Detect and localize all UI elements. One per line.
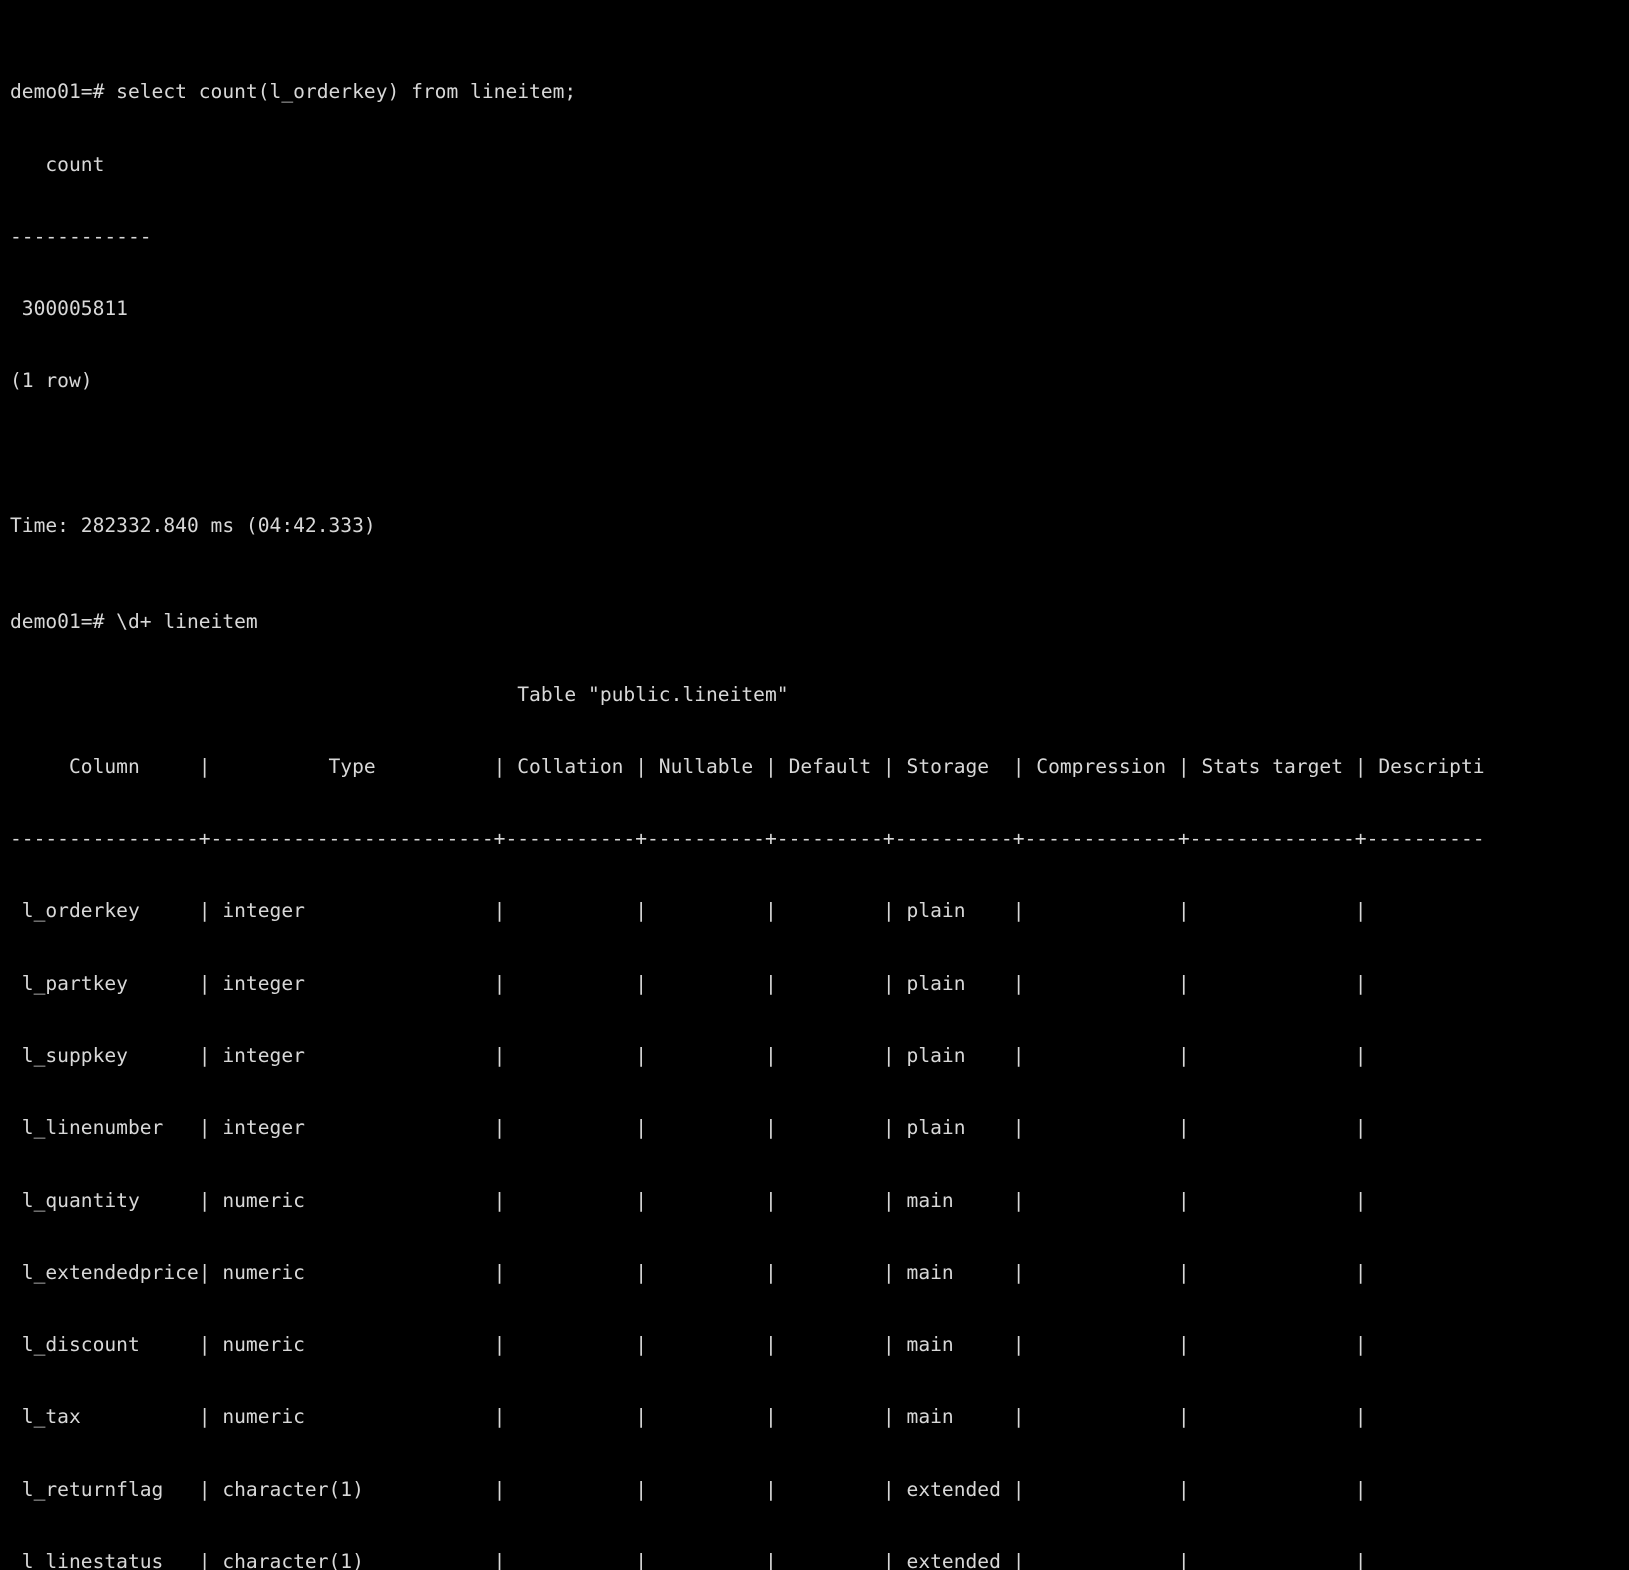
- describe-header-row: Column | Type | Collation | Nullable | D…: [10, 754, 1485, 778]
- table-row: l_linestatus | character(1) | | | | exte…: [10, 1550, 1367, 1570]
- count-query-timing: Time: 282332.840 ms (04:42.333): [10, 513, 376, 537]
- count-query-row-count: (1 row): [10, 369, 93, 393]
- describe-command: demo01=# \d+ lineitem: [10, 610, 258, 634]
- count-query-value: 300005811: [10, 297, 128, 321]
- table-row: l_quantity | numeric | | | | main | | |: [10, 1188, 1367, 1212]
- describe-table-title: Table "public.lineitem": [10, 682, 789, 706]
- terminal-window[interactable]: demo01=# select count(l_orderkey) from l…: [0, 0, 1629, 1570]
- table-row: l_discount | numeric | | | | main | | |: [10, 1333, 1367, 1357]
- count-query-header: count: [10, 152, 105, 176]
- count-query-command: demo01=# select count(l_orderkey) from l…: [10, 80, 577, 104]
- table-row: l_extendedprice| numeric | | | | main | …: [10, 1260, 1367, 1284]
- table-row: l_linenumber | integer | | | | plain | |…: [10, 1116, 1367, 1140]
- table-row: l_returnflag | character(1) | | | | exte…: [10, 1477, 1367, 1501]
- table-row: l_orderkey | integer | | | | plain | | |: [10, 899, 1367, 923]
- count-query-separator: ------------: [10, 224, 152, 248]
- table-row: l_suppkey | integer | | | | plain | | |: [10, 1044, 1367, 1068]
- describe-separator-row: ----------------+-----------------------…: [10, 827, 1485, 851]
- table-row: l_partkey | integer | | | | plain | | |: [10, 971, 1367, 995]
- table-row: l_tax | numeric | | | | main | | |: [10, 1405, 1367, 1429]
